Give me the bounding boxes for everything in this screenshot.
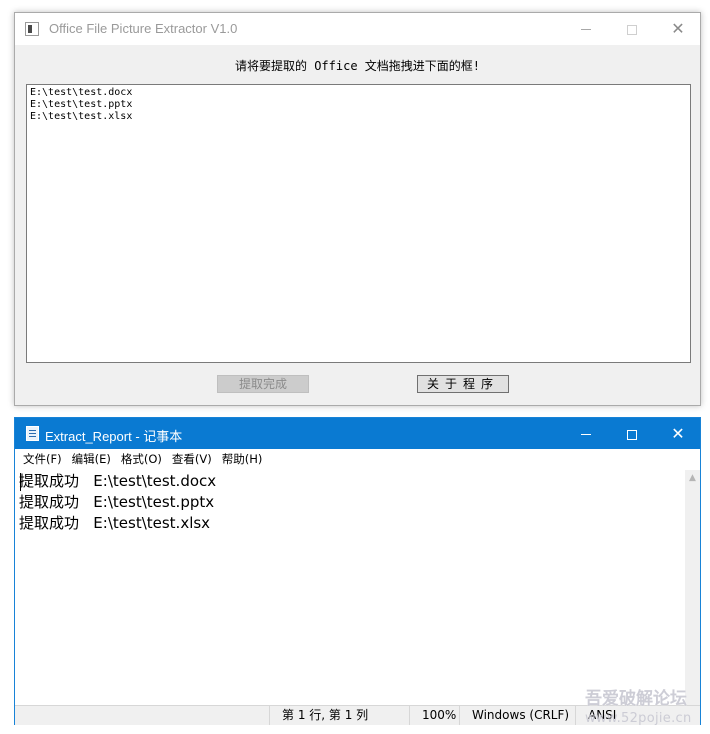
notepad-menubar: 文件(F) 编辑(E) 格式(O) 查看(V) 帮助(H)	[15, 449, 700, 469]
editor-line: 提取成功 E:\test\test.xlsx	[19, 514, 211, 532]
file-drop-list[interactable]: E:\test\test.docx E:\test\test.pptx E:\t…	[26, 84, 691, 363]
minimize-icon	[581, 29, 591, 30]
text-caret	[20, 473, 21, 491]
file-list-item[interactable]: E:\test\test.docx	[30, 87, 687, 99]
maximize-icon	[627, 24, 637, 35]
watermark-line2: www.52pojie.cn	[585, 711, 692, 726]
notepad-minimize-button[interactable]	[563, 418, 609, 450]
extractor-close-button[interactable]: ✕	[655, 13, 701, 45]
extractor-title: Office File Picture Extractor V1.0	[49, 21, 238, 36]
close-icon: ✕	[671, 19, 685, 38]
file-list-item[interactable]: E:\test\test.pptx	[30, 99, 687, 111]
notepad-maximize-button[interactable]	[609, 418, 655, 450]
menu-help[interactable]: 帮助(H)	[217, 449, 268, 469]
menu-edit[interactable]: 编辑(E)	[67, 449, 116, 469]
status-line-ending: Windows (CRLF)	[459, 706, 575, 725]
watermark: 吾爱破解论坛 www.52pojie.cn	[585, 684, 707, 730]
notepad-close-button[interactable]: ✕	[655, 418, 701, 450]
extract-button[interactable]: 提取完成	[217, 375, 309, 393]
extractor-minimize-button[interactable]	[563, 13, 609, 45]
menu-format[interactable]: 格式(O)	[116, 449, 167, 469]
watermark-line1: 吾爱破解论坛	[585, 689, 687, 709]
menu-view[interactable]: 查看(V)	[167, 449, 217, 469]
notepad-editor[interactable]: 提取成功 E:\test\test.docx 提取成功 E:\test\test…	[17, 470, 684, 705]
notepad-window: Extract_Report - 记事本 ✕ 文件(F) 编辑(E) 格式(O)…	[14, 417, 701, 725]
scroll-up-arrow-icon[interactable]: ▲	[685, 470, 700, 486]
vertical-scrollbar[interactable]: ▲	[685, 470, 700, 705]
app-window-icon	[25, 22, 39, 36]
status-cursor-position: 第 1 行, 第 1 列	[269, 706, 409, 725]
status-zoom: 100%	[409, 706, 459, 725]
notepad-title: Extract_Report - 记事本	[45, 429, 183, 444]
file-list-item[interactable]: E:\test\test.xlsx	[30, 111, 687, 123]
menu-file[interactable]: 文件(F)	[18, 449, 67, 469]
notepad-titlebar[interactable]: Extract_Report - 记事本 ✕	[15, 418, 700, 449]
editor-line: 提取成功 E:\test\test.docx	[19, 472, 217, 490]
notepad-icon	[26, 426, 39, 441]
about-button[interactable]: 关于程序	[417, 375, 509, 393]
editor-line: 提取成功 E:\test\test.pptx	[19, 493, 215, 511]
extractor-maximize-button[interactable]	[609, 13, 655, 45]
close-icon: ✕	[671, 424, 685, 443]
maximize-icon	[627, 429, 637, 440]
extractor-titlebar[interactable]: Office File Picture Extractor V1.0 ✕	[15, 13, 700, 45]
extractor-window: Office File Picture Extractor V1.0 ✕ 请将要…	[14, 12, 701, 406]
drop-instruction: 请将要提取的 Office 文档拖拽进下面的框!	[234, 59, 481, 73]
minimize-icon	[581, 434, 591, 435]
